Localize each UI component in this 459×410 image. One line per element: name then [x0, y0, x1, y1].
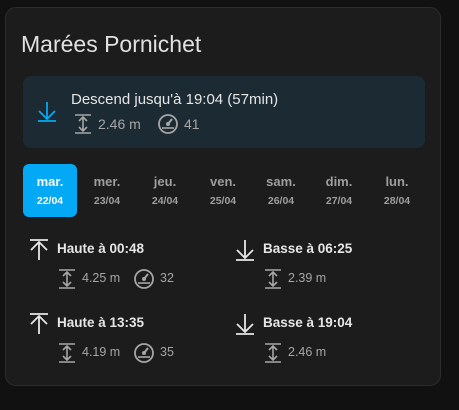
tide-entry-low: Basse à 19:04 2.46 m [233, 312, 433, 372]
day-date: 25/04 [209, 195, 237, 207]
tides-card: Marées Pornichet Descend jusqu'à 19:04 (… [5, 7, 441, 386]
day-date: 27/04 [325, 195, 353, 207]
arrow-up-icon [27, 312, 51, 341]
current-tide-height: 2.46 m [98, 116, 141, 132]
day-date: 22/04 [36, 195, 64, 207]
day-name: lun. [385, 174, 409, 189]
tide-label: Basse à 19:04 [263, 315, 353, 330]
height-icon [57, 268, 77, 295]
tide-height: 4.19 m [82, 345, 121, 359]
day-tab-mar[interactable]: mar. 22/04 [23, 164, 77, 217]
day-name: jeu. [153, 174, 177, 189]
tide-height: 4.25 m [82, 271, 121, 285]
day-date: 28/04 [383, 195, 411, 207]
tide-height: 2.39 m [288, 271, 327, 285]
current-tide-text: Descend jusqu'à 19:04 (57min) [71, 91, 279, 108]
arrow-up-icon [27, 238, 51, 267]
tide-entry-low: Basse à 06:25 2.39 m [233, 238, 433, 298]
tide-entry-high: Haute à 13:35 4.19 m 35 [27, 312, 227, 372]
day-name: dim. [325, 174, 353, 189]
tide-label: Basse à 06:25 [263, 241, 353, 256]
gauge-icon [157, 113, 179, 140]
card-title: Marées Pornichet [21, 31, 202, 57]
arrow-down-icon [36, 99, 58, 128]
height-icon [263, 342, 283, 369]
arrow-down-icon [233, 238, 257, 267]
day-tab-mer[interactable]: mer. 23/04 [80, 164, 134, 217]
day-name: sam. [266, 174, 296, 189]
gauge-icon [133, 268, 155, 295]
tide-entry-high: Haute à 00:48 4.25 m 32 [27, 238, 227, 298]
arrow-down-icon [233, 312, 257, 341]
day-name: mar. [36, 174, 64, 189]
current-tide-coefficient: 41 [184, 116, 200, 132]
height-icon [57, 342, 77, 369]
tide-height: 2.46 m [288, 345, 327, 359]
day-tab-sam[interactable]: sam. 26/04 [254, 164, 308, 217]
tide-label: Haute à 13:35 [57, 315, 145, 330]
day-tab-jeu[interactable]: jeu. 24/04 [138, 164, 192, 217]
gauge-icon [133, 342, 155, 369]
current-tide-status: Descend jusqu'à 19:04 (57min) 2.46 m 41 [23, 76, 425, 148]
height-icon [73, 113, 93, 140]
day-tab-lun[interactable]: lun. 28/04 [370, 164, 424, 217]
tide-coefficient: 32 [160, 271, 174, 285]
day-tab-dim[interactable]: dim. 27/04 [312, 164, 366, 217]
day-date: 26/04 [267, 195, 295, 207]
day-date: 24/04 [151, 195, 179, 207]
tide-coefficient: 35 [160, 345, 174, 359]
height-icon [263, 268, 283, 295]
day-date: 23/04 [93, 195, 121, 207]
day-tab-ven[interactable]: ven. 25/04 [196, 164, 250, 217]
day-name: ven. [209, 174, 236, 189]
tide-label: Haute à 00:48 [57, 241, 145, 256]
day-name: mer. [93, 174, 121, 189]
